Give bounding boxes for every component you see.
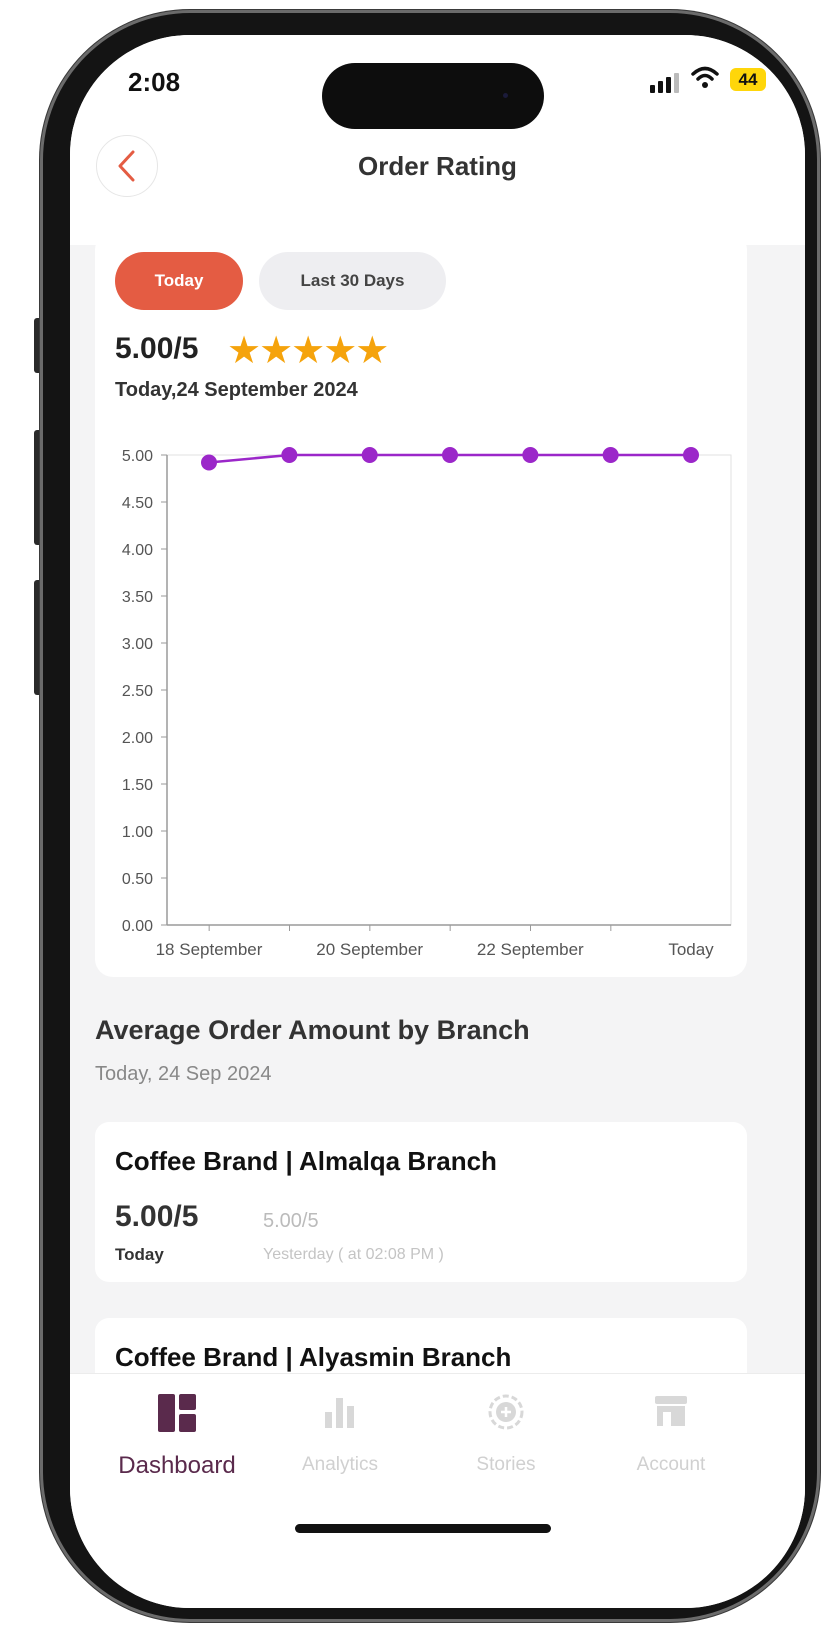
branch-yesterday-rating: 5.00/5 — [263, 1210, 319, 1232]
tab-label: Analytics — [301, 1454, 379, 1475]
rating-stars-icon: ★★★★★ — [227, 330, 389, 372]
analytics-icon — [325, 1398, 354, 1428]
phone-screen: 2:08 44 Order Rating Today Last 30 Days … — [70, 35, 805, 1608]
branch-today-label: Today — [115, 1245, 164, 1264]
y-tick-label: 4.50 — [122, 495, 153, 512]
store-icon — [655, 1396, 687, 1426]
branch-card[interactable]: Coffee Brand | Almalqa Branch 5.00/5 Tod… — [95, 1122, 747, 1282]
average-section-date: Today, 24 Sep 2024 — [95, 1063, 272, 1085]
cellular-signal-icon — [650, 73, 679, 93]
y-tick-label: 1.00 — [122, 824, 153, 841]
tab-label: Account — [636, 1454, 706, 1475]
y-tick-label: 5.00 — [122, 448, 153, 465]
x-tick-label: 22 September — [477, 940, 584, 959]
tab-label: Stories — [476, 1454, 536, 1475]
bottom-tab-bar: Dashboard Analytics Stories Account — [70, 1373, 805, 1608]
overall-rating-value: 5.00/5 — [115, 332, 199, 365]
y-tick-label: 3.50 — [122, 589, 153, 606]
data-point — [361, 447, 378, 463]
home-indicator — [295, 1524, 551, 1533]
page-title: Order Rating — [358, 151, 517, 181]
average-section-title: Average Order Amount by Branch — [95, 1015, 530, 1045]
x-tick-label: 20 September — [316, 940, 423, 959]
branch-name: Coffee Brand | Almalqa Branch — [115, 1146, 497, 1176]
page-header: Order Rating — [70, 135, 805, 245]
dashboard-icon — [158, 1394, 196, 1432]
rating-card: Today Last 30 Days 5.00/5 ★★★★★ Today,24… — [95, 232, 747, 977]
branch-today-rating: 5.00/5 — [115, 1200, 199, 1233]
status-time: 2:08 — [128, 67, 181, 97]
branch-yesterday-label: Yesterday ( at 02:08 PM ) — [263, 1246, 444, 1263]
y-tick-label: 1.50 — [122, 777, 153, 794]
data-point — [442, 447, 458, 463]
y-tick-label: 0.00 — [122, 918, 153, 935]
battery-indicator: 44 — [730, 68, 766, 91]
data-point — [522, 447, 539, 463]
y-tick-label: 2.00 — [122, 730, 153, 747]
y-tick-label: 3.00 — [122, 636, 153, 653]
tab-label: Dashboard — [118, 1452, 236, 1479]
x-tick-label: Today — [668, 940, 714, 959]
data-point — [281, 447, 298, 463]
data-point — [602, 447, 619, 463]
y-tick-label: 4.00 — [122, 542, 153, 559]
stories-icon — [488, 1394, 524, 1430]
x-tick-label: 18 September — [156, 940, 263, 959]
plot-area — [166, 454, 732, 926]
status-bar: 2:08 44 — [70, 35, 805, 135]
y-tick-label: 0.50 — [122, 871, 153, 888]
y-tick-label: 2.50 — [122, 683, 153, 700]
filter-today-button[interactable]: Today — [115, 252, 243, 310]
data-point — [201, 454, 217, 471]
dynamic-island — [322, 63, 544, 129]
filter-last-30-days-button[interactable]: Last 30 Days — [259, 252, 446, 310]
rating-date: Today,24 September 2024 — [115, 379, 358, 401]
branch-name: Coffee Brand | Alyasmin Branch — [115, 1342, 512, 1372]
wifi-icon — [691, 66, 719, 88]
data-point — [683, 447, 699, 463]
rating-line-chart: 5.00 4.50 4.00 3.50 3.00 2.50 2.00 1.50 1.00 0.50… — [122, 447, 732, 959]
